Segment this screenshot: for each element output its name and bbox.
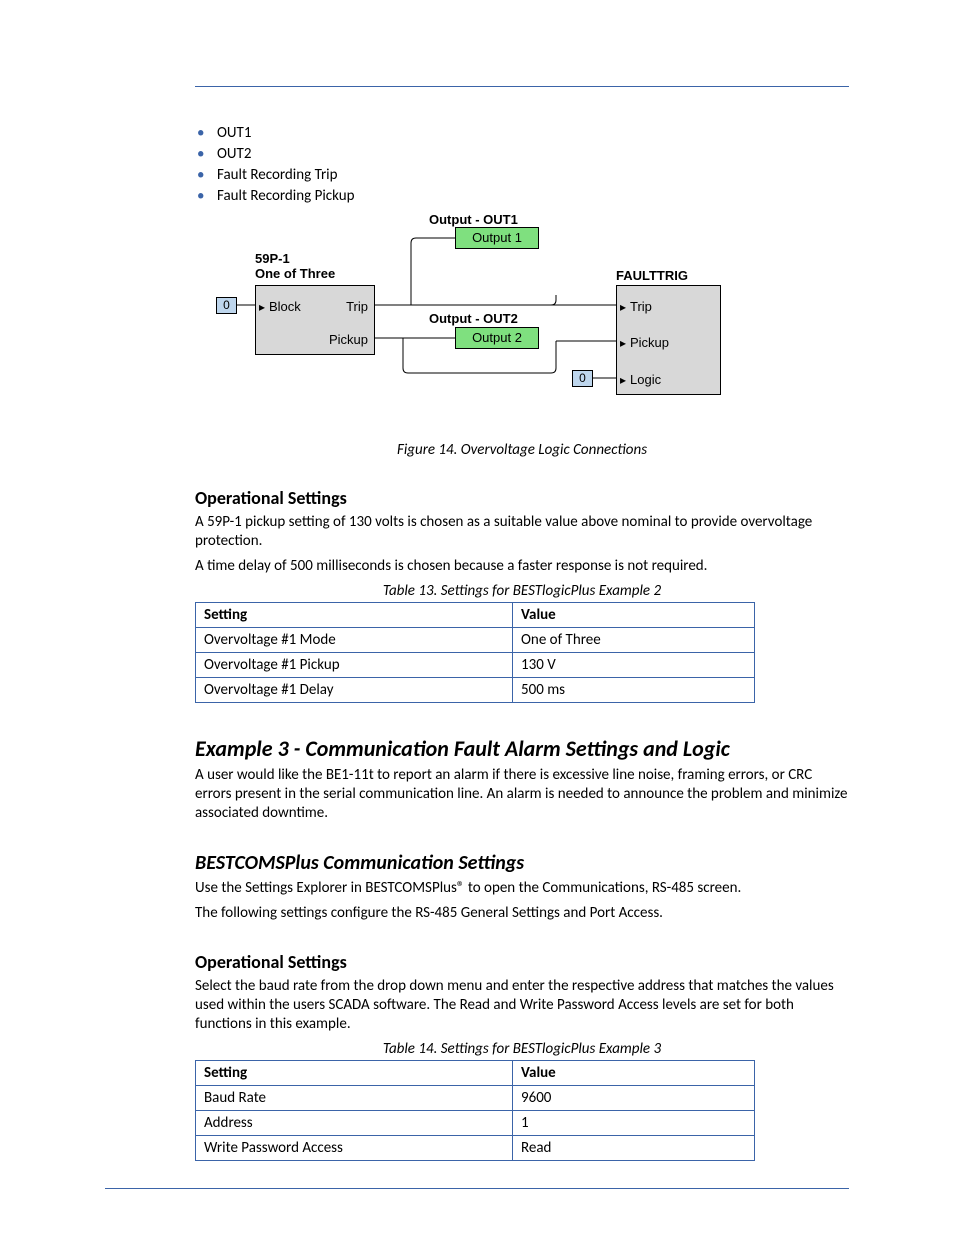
block-59p1-id: 59P-1 [255, 251, 290, 266]
table-cell: One of Three [513, 628, 755, 653]
faulttrig-trip: Trip [630, 299, 652, 314]
port-arrow-icon: ▸ [620, 374, 626, 386]
table-header: Value [513, 1061, 755, 1086]
table-row: Write Password Access Read [196, 1136, 755, 1161]
block-59p1: ▸ Block Trip Pickup [255, 285, 375, 355]
out1-title: Output - OUT1 [429, 212, 518, 227]
table-cell: Address [196, 1111, 513, 1136]
out2-title: Output - OUT2 [429, 311, 518, 326]
table-header: Value [513, 603, 755, 628]
out2-box: Output 2 [455, 327, 539, 349]
table-cell: 130 V [513, 653, 755, 678]
constant-0-logic: 0 [572, 370, 593, 387]
paragraph: A 59P-1 pickup setting of 130 volts is c… [195, 513, 849, 551]
rule-top [195, 86, 849, 87]
overvoltage-logic-diagram: 59P-1 One of Three ▸ Block Trip Pickup 0… [195, 213, 849, 423]
port-block: Block [269, 299, 301, 314]
faulttrig-block: ▸ Trip ▸ Pickup ▸ Logic [616, 285, 721, 395]
heading-example-3: Example 3 - Communication Fault Alarm Se… [195, 735, 849, 762]
table-cell: 1 [513, 1111, 755, 1136]
table-row: Overvoltage #1 Pickup 130 V [196, 653, 755, 678]
heading-operational-settings-2: Operational Settings [195, 951, 849, 973]
port-trip: Trip [346, 299, 368, 314]
table-13-caption: Table 13. Settings for BESTlogicPlus Exa… [195, 582, 849, 600]
table-row: Overvoltage #1 Mode One of Three [196, 628, 755, 653]
block-59p1-title: 59P-1 One of Three [255, 251, 335, 281]
paragraph: The following settings configure the RS-… [195, 904, 849, 923]
table-row: Overvoltage #1 Delay 500 ms [196, 678, 755, 703]
list-item: Fault Recording Trip [195, 165, 849, 186]
list-item: Fault Recording Pickup [195, 186, 849, 207]
table-14-caption: Table 14. Settings for BESTlogicPlus Exa… [195, 1040, 849, 1058]
paragraph: Use the Settings Explorer in BESTCOMSPlu… [195, 879, 849, 898]
table-14: Setting Value Baud Rate 9600 Address 1 W… [195, 1060, 755, 1161]
faulttrig-pickup: Pickup [630, 335, 669, 350]
port-arrow-icon: ▸ [620, 301, 626, 313]
table-cell: Write Password Access [196, 1136, 513, 1161]
table-header: Setting [196, 603, 513, 628]
paragraph: A user would like the BE1-11t to report … [195, 766, 849, 823]
port-arrow-icon: ▸ [259, 301, 265, 313]
port-arrow-icon: ▸ [620, 337, 626, 349]
constant-0-left: 0 [216, 297, 237, 314]
bullet-list: OUT1 OUT2 Fault Recording Trip Fault Rec… [195, 123, 849, 207]
table-header: Setting [196, 1061, 513, 1086]
table-cell: Read [513, 1136, 755, 1161]
heading-bestcoms-comm: BESTCOMSPlus Communication Settings [195, 851, 849, 875]
table-cell: Overvoltage #1 Mode [196, 628, 513, 653]
heading-operational-settings-1: Operational Settings [195, 487, 849, 509]
rule-bottom [105, 1188, 849, 1189]
table-row: Setting Value [196, 1061, 755, 1086]
faulttrig-logic: Logic [630, 372, 661, 387]
table-cell: Overvoltage #1 Delay [196, 678, 513, 703]
table-cell: Overvoltage #1 Pickup [196, 653, 513, 678]
table-row: Address 1 [196, 1111, 755, 1136]
table-13: Setting Value Overvoltage #1 Mode One of… [195, 602, 755, 703]
paragraph: A time delay of 500 milliseconds is chos… [195, 557, 849, 576]
figure-14-caption: Figure 14. Overvoltage Logic Connections [195, 441, 849, 459]
out1-box: Output 1 [455, 227, 539, 249]
paragraph: Select the baud rate from the drop down … [195, 977, 849, 1034]
table-row: Setting Value [196, 603, 755, 628]
page: OUT1 OUT2 Fault Recording Trip Fault Rec… [0, 0, 954, 1235]
table-cell: 500 ms [513, 678, 755, 703]
port-pickup: Pickup [329, 332, 368, 347]
block-59p1-mode: One of Three [255, 266, 335, 281]
table-cell: Baud Rate [196, 1086, 513, 1111]
list-item: OUT2 [195, 144, 849, 165]
table-cell: 9600 [513, 1086, 755, 1111]
faulttrig-title: FAULTTRIG [616, 268, 688, 283]
table-row: Baud Rate 9600 [196, 1086, 755, 1111]
list-item: OUT1 [195, 123, 849, 144]
